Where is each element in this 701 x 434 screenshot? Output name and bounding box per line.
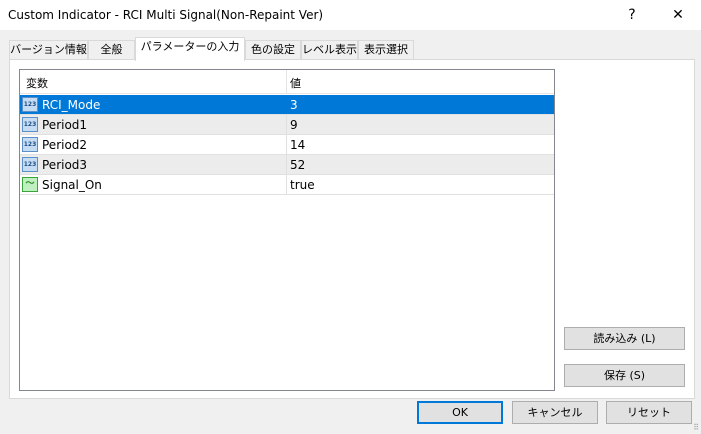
integer-icon: 123 (22, 137, 38, 152)
tab-version-info[interactable]: バージョン情報 (9, 40, 88, 60)
tab-parameters[interactable]: パラメーターの入力 (135, 37, 245, 61)
table-row[interactable]: 123 RCI_Mode 3 (20, 95, 554, 115)
param-name: RCI_Mode (42, 98, 101, 112)
reset-button[interactable]: リセット (606, 401, 692, 424)
param-name: Period1 (42, 118, 88, 132)
integer-icon: 123 (22, 97, 38, 112)
header-value[interactable]: 値 (290, 75, 301, 91)
table-row[interactable]: 123 Period2 14 (20, 135, 554, 155)
param-value[interactable]: 9 (290, 118, 298, 132)
table-row[interactable]: 123 Period1 9 (20, 115, 554, 135)
param-value[interactable]: 52 (290, 158, 305, 172)
tab-colors[interactable]: 色の設定 (245, 40, 301, 60)
save-button[interactable]: 保存 (S) (564, 364, 685, 387)
table-row[interactable]: ～ Signal_On true (20, 175, 554, 195)
column-divider[interactable] (286, 70, 287, 94)
param-value[interactable]: 14 (290, 138, 305, 152)
param-name: Period2 (42, 138, 88, 152)
table-header: 変数 値 (20, 70, 554, 94)
integer-icon: 123 (22, 117, 38, 132)
header-variable[interactable]: 変数 (26, 75, 48, 91)
load-button[interactable]: 読み込み (L) (564, 327, 685, 350)
tab-visualization[interactable]: 表示選択 (358, 40, 414, 60)
window-title: Custom Indicator - RCI Multi Signal(Non-… (8, 8, 324, 22)
param-value[interactable]: 3 (290, 98, 298, 112)
param-name: Period3 (42, 158, 88, 172)
resize-grip-icon[interactable]: ⠿ (693, 423, 699, 432)
ok-button[interactable]: OK (417, 401, 503, 424)
tab-levels[interactable]: レベル表示 (301, 40, 358, 60)
help-button[interactable]: ? (609, 0, 655, 30)
param-name: Signal_On (42, 178, 102, 192)
boolean-icon: ～ (22, 177, 38, 192)
param-value[interactable]: true (290, 178, 315, 192)
title-bar: Custom Indicator - RCI Multi Signal(Non-… (0, 0, 701, 30)
parameters-table[interactable]: 変数 値 123 RCI_Mode 3 123 Period1 9 123 Pe… (19, 69, 555, 391)
cancel-button[interactable]: キャンセル (512, 401, 598, 424)
integer-icon: 123 (22, 157, 38, 172)
table-row[interactable]: 123 Period3 52 (20, 155, 554, 175)
tab-general[interactable]: 全般 (88, 40, 135, 60)
close-button[interactable]: ✕ (655, 0, 701, 30)
